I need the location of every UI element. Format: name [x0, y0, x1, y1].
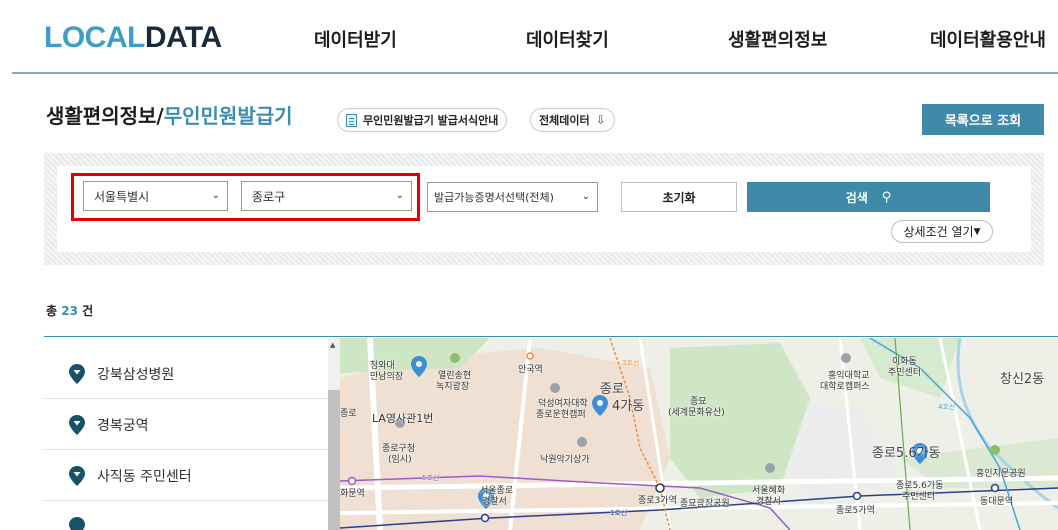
certificate-select-value: 발급가능증명서선택(전체)	[434, 191, 554, 204]
chevron-down-icon: ⌄	[581, 191, 590, 202]
result-count: 총 23 건	[46, 302, 93, 319]
map-pin-icon	[69, 363, 85, 384]
map-label: 4가동	[612, 399, 645, 414]
all-data-label: 전체데이터	[539, 114, 590, 127]
detail-conditions-label: 상세조건 열기	[903, 225, 974, 239]
list-item[interactable]: 사직동 주민센터	[44, 451, 328, 501]
page-title-name: 무인민원발급기	[163, 104, 293, 128]
caret-down-icon: ▼	[973, 226, 981, 237]
map-label: (임시)	[388, 455, 412, 465]
search-icon: ⚲	[881, 189, 892, 205]
map-label: 주민센터	[888, 368, 922, 378]
list-view-button[interactable]: 목록으로 조회	[922, 104, 1044, 135]
result-list: 강북삼성병원 경복궁역 사직동 주민센터	[44, 338, 340, 530]
map-label: 화문역	[340, 489, 365, 499]
highlight-box	[71, 173, 420, 221]
map-pin-icon	[69, 516, 85, 530]
map-label: 대학로캠퍼스	[820, 382, 870, 392]
reset-button[interactable]: 초기화	[621, 182, 737, 212]
map-label: 1호선	[610, 509, 628, 517]
nav-download-data[interactable]: 데이터받기	[314, 26, 397, 52]
site-header: LOCALDATA 데이터받기 데이터찾기 생활편의정보 데이터활용안내	[0, 0, 1058, 74]
header-divider	[12, 72, 1058, 74]
nav-usage-guide[interactable]: 데이터활용안내	[930, 26, 1046, 52]
form-guide-label: 무인민원발급기 발급서식안내	[363, 114, 499, 127]
document-icon	[346, 113, 357, 127]
list-item[interactable]: 강북삼성병원	[44, 349, 328, 399]
nav-find-data[interactable]: 데이터찾기	[526, 26, 609, 52]
map-label: 주민센터	[902, 492, 936, 502]
certificate-select[interactable]: 발급가능증명서선택(전체) ⌄	[427, 182, 598, 212]
page-title: 생활편의정보/무인민원발급기	[46, 100, 293, 129]
count-suffix: 건	[82, 304, 94, 318]
form-guide-button[interactable]: 무인민원발급기 발급서식안내	[337, 108, 508, 132]
map-label: 동대문역	[980, 497, 1014, 507]
search-button-label: 검색	[845, 190, 868, 205]
list-item[interactable]: 경복궁역	[44, 400, 328, 450]
result-divider	[44, 336, 1058, 337]
page-title-category: 생활편의정보/	[46, 104, 164, 128]
logo-text-data: DATA	[144, 21, 222, 54]
site-logo[interactable]: LOCALDATA	[44, 21, 222, 55]
map-label: 종로	[340, 409, 357, 419]
map-label: 3호선	[622, 359, 640, 367]
map-label: 안국역	[518, 365, 543, 375]
map-label: 만남의장	[370, 372, 404, 382]
map-label: 종묘광장공원	[680, 499, 730, 509]
map-label: 5호선	[422, 474, 440, 482]
detail-conditions-button[interactable]: 상세조건 열기 ▼	[891, 220, 993, 243]
map-label: 경찰서	[482, 497, 507, 507]
list-item[interactable]	[44, 502, 328, 530]
map-label: 경찰서	[756, 497, 781, 507]
list-item-label: 경복궁역	[97, 417, 149, 434]
map-label: (세계문화유산)	[668, 408, 725, 418]
scroll-up-arrow-icon[interactable]: ▲	[330, 341, 335, 349]
map-label: 창신2동	[1000, 372, 1045, 387]
logo-text-local: LOCAL	[44, 21, 145, 54]
map-pin-icon	[69, 465, 85, 486]
map-label: 낙원악기상가	[540, 455, 590, 465]
count-prefix: 총	[46, 304, 58, 318]
map-label: 4호선	[938, 403, 956, 411]
list-scrollbar-thumb[interactable]	[328, 390, 340, 530]
count-value: 23	[61, 304, 78, 318]
map-label: 종로5.6가동	[872, 446, 941, 461]
map-label: LA영사관1번	[372, 412, 434, 425]
map-label: 흥인지문공원	[976, 469, 1026, 479]
map-label: 종로운현캠퍼	[536, 410, 586, 420]
map-label: 종로5가역	[836, 506, 875, 516]
map-label: 종로3가역	[638, 496, 677, 506]
map-view[interactable]: 청와대 만남의장 열린송현 녹지광장 안국역 종로 4가동 덕성여자대학 종로운…	[340, 338, 1058, 530]
map-pin-icon	[69, 414, 85, 435]
list-item-label: 강북삼성병원	[97, 366, 175, 383]
map-label: 녹지광장	[436, 382, 470, 392]
download-icon: ⇩	[595, 113, 606, 127]
search-button[interactable]: 검색 ⚲	[747, 182, 990, 212]
nav-living-info[interactable]: 생활편의정보	[728, 26, 827, 52]
all-data-download-button[interactable]: 전체데이터 ⇩	[530, 108, 615, 132]
list-item-label: 사직동 주민센터	[97, 468, 192, 485]
